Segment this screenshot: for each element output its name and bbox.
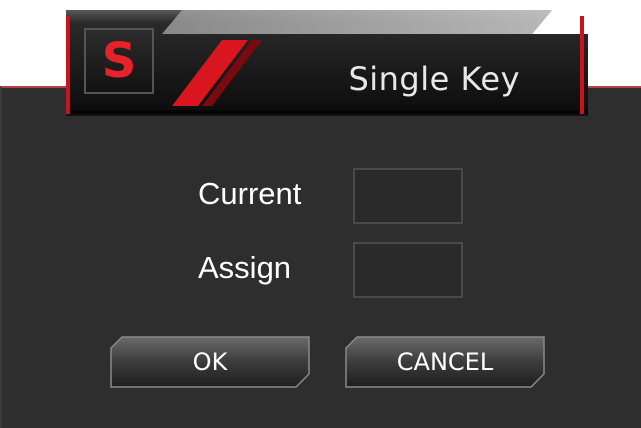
current-key-field[interactable]: [353, 168, 463, 224]
cancel-button[interactable]: CANCEL: [345, 336, 545, 388]
dialog-header: S Single Key: [52, 6, 600, 118]
ok-button-label: OK: [192, 348, 228, 376]
logo-letter: S: [101, 33, 137, 89]
ok-button[interactable]: OK: [110, 336, 310, 388]
brand-s-logo-icon: S: [84, 28, 154, 94]
assign-key-field[interactable]: [353, 242, 463, 298]
cancel-button-label: CANCEL: [396, 348, 494, 376]
current-label: Current: [198, 176, 302, 211]
dialog-title: Single Key: [348, 60, 520, 98]
assign-label: Assign: [198, 250, 292, 285]
